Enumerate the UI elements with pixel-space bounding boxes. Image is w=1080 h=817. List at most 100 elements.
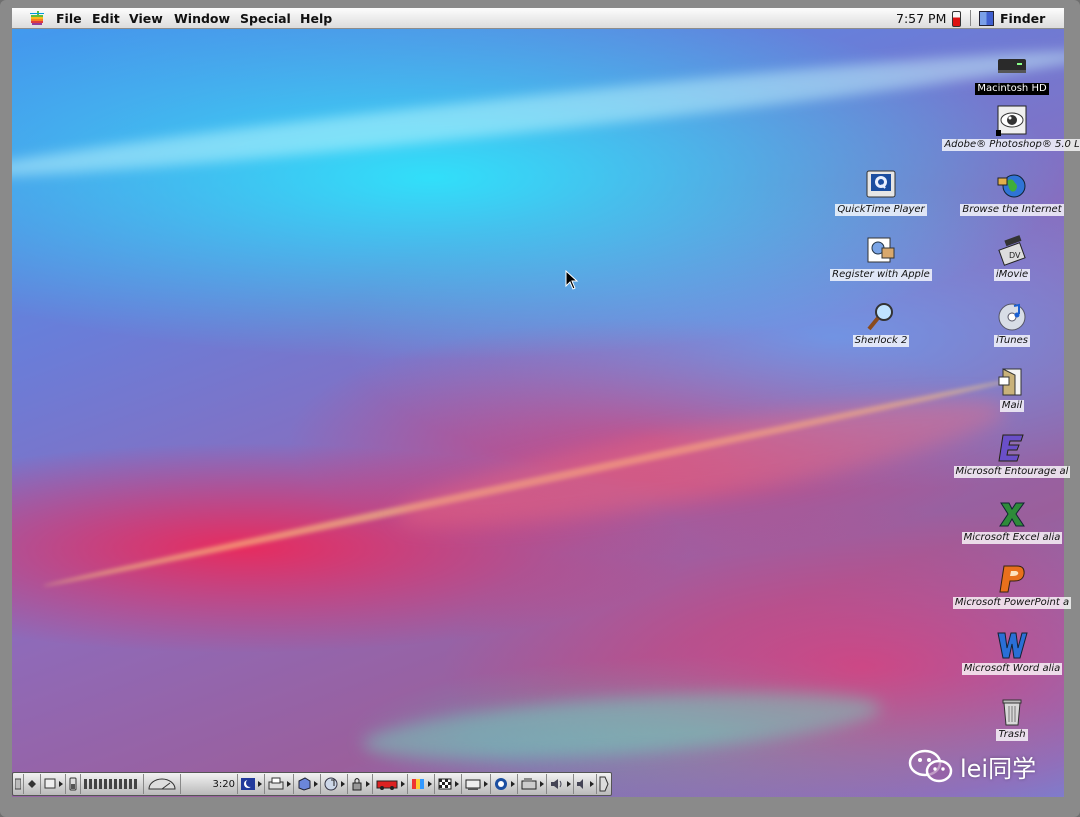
menu-view[interactable]: View [129,11,163,26]
quicktime-small-icon [495,778,507,790]
control-strip-battery-time[interactable]: 3:20 [181,774,238,794]
menu-file[interactable]: File [56,11,82,26]
icon-label: Macintosh HD [975,83,1049,95]
scroll-arrows-icon [28,780,36,788]
svg-text:DV: DV [1009,251,1021,260]
control-strip-energy-saver[interactable] [238,774,265,794]
battery-level-bars-icon [84,779,137,789]
control-strip-scroll-button[interactable] [24,774,41,794]
watermark-text: lei同学 [960,754,1037,783]
desktop-icon-microsoft-word[interactable]: Microsoft Word alia [942,628,1080,680]
icon-label: Adobe® Photoshop® 5.0 L [942,139,1080,151]
desktop-icon-microsoft-excel[interactable]: Microsoft Excel alia [942,497,1080,549]
printer-icon [268,777,284,790]
cube-icon [298,777,311,791]
control-strip-keychain[interactable] [348,774,373,794]
control-strip-apple-menu-items[interactable] [294,774,321,794]
entourage-icon [998,434,1024,462]
desktop-printer-icon [465,779,481,790]
powerpoint-icon [999,565,1025,593]
wallpaper-streak-teal [360,679,884,773]
strip-end-tab-icon [599,776,609,792]
popup-arrow-icon [511,781,515,787]
desktop-icon-register-with-apple[interactable]: Register with Apple [811,234,951,286]
control-strip-remote-access[interactable] [518,774,547,794]
control-strip-file-sharing[interactable] [41,774,66,794]
photoshop-eye-icon [996,105,1027,136]
control-strip-speed-gauge[interactable] [144,774,181,794]
music-note-icon [324,777,338,791]
icon-label: Microsoft Entourage al [953,466,1071,478]
apple-logo-icon[interactable] [29,10,45,26]
control-strip-location-manager[interactable] [373,774,408,794]
icon-label: Microsoft Word alia [961,663,1063,675]
phone-modem-icon [521,778,537,790]
lock-icon [352,778,362,791]
icon-label: iTunes [994,335,1030,347]
checkerboard-icon [438,778,452,790]
desktop-icon-macintosh-hd[interactable]: Macintosh HD [942,48,1080,100]
battery-icon [69,777,77,791]
desktop-icon-microsoft-powerpoint[interactable]: Microsoft PowerPoint a [942,562,1080,614]
desktop-icon-imovie[interactable]: DV iMovie [942,234,1080,286]
wallpaper-streak-gold [42,374,1022,590]
desktop-icon-browse-the-internet[interactable]: Browse the Internet [942,169,1080,221]
desktop-icon-microsoft-entourage[interactable]: Microsoft Entourage al [942,431,1080,483]
color-depth-icon [412,779,424,789]
menu-special[interactable]: Special [240,11,291,26]
desktop-icon-itunes[interactable]: iTunes [942,300,1080,352]
popup-arrow-icon [590,781,594,787]
mail-icon [998,368,1022,396]
control-strip-quicktime[interactable] [491,774,518,794]
popup-arrow-icon [258,781,262,787]
register-icon [867,237,895,263]
control-strip-printer[interactable] [265,774,294,794]
desktop-icon-sherlock-2[interactable]: Sherlock 2 [811,300,951,352]
battery-time-readout: 3:20 [212,778,235,790]
menu-help[interactable]: Help [300,11,332,26]
popup-arrow-icon [341,781,345,787]
menubar-clock[interactable]: 7:57 PM [896,11,946,26]
desktop-icon-photoshop[interactable]: Adobe® Photoshop® 5.0 L [942,104,1080,156]
desktop-icon-quicktime-player[interactable]: QuickTime Player [811,169,951,221]
desktop-icon-trash[interactable]: Trash [942,694,1080,746]
popup-arrow-icon [401,781,405,787]
icon-label: Sherlock 2 [852,335,910,347]
control-strip-end-tab[interactable] [597,774,611,794]
wallpaper-streak-pink [390,374,1014,552]
icon-label: QuickTime Player [835,204,927,216]
internet-globe-icon [997,174,1026,198]
battery-icon [952,11,961,27]
control-strip-speaker-source[interactable] [574,774,597,794]
watermark: lei同学 [908,748,1036,784]
icon-label: iMovie [993,269,1031,281]
itunes-cd-icon [998,303,1026,331]
desktop[interactable] [12,8,1064,797]
control-strip-monitor-depth[interactable] [408,774,435,794]
popup-arrow-icon [314,781,318,787]
desktop-icon-mail[interactable]: Mail [942,365,1080,417]
finder-icon[interactable] [979,11,994,26]
control-strip-collapse-tab[interactable] [13,774,24,794]
monitor-icon [44,778,56,789]
menubar-divider [970,10,971,26]
control-strip-audio-cd[interactable] [321,774,348,794]
word-icon [997,632,1028,659]
gauge-icon [148,778,176,790]
application-menu[interactable]: Finder [1000,11,1045,26]
icon-label: Microsoft Excel alia [961,532,1063,544]
speaker-small-icon [577,779,583,789]
control-strip-battery[interactable] [66,774,81,794]
menu-window[interactable]: Window [174,11,230,26]
control-strip-resolution[interactable] [435,774,462,794]
strip-tab-icon [15,778,21,790]
icon-label: Microsoft PowerPoint a [952,597,1072,609]
control-strip-sound-volume[interactable] [547,774,574,794]
control-strip-printer-share[interactable] [462,774,491,794]
menu-edit[interactable]: Edit [92,11,120,26]
menu-bar: File Edit View Window Special Help 7:57 … [12,8,1064,29]
wechat-icon [908,749,953,783]
screen-bezel: File Edit View Window Special Help 7:57 … [0,0,1080,817]
hard-drive-icon [998,59,1026,73]
magnifier-icon [867,303,893,331]
